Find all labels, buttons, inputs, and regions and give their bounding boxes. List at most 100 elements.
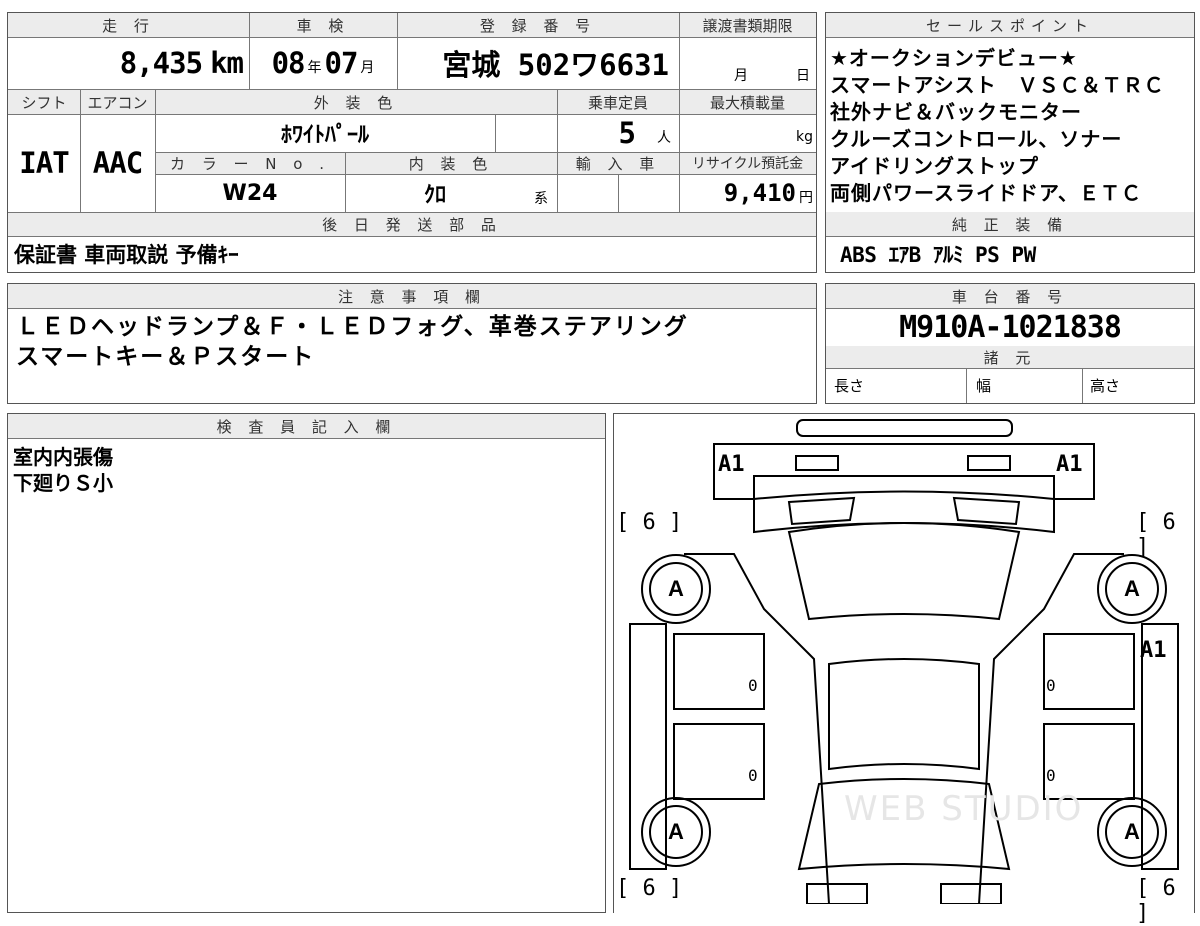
door-right-front-shape <box>1043 633 1135 710</box>
interior-color-value: ｸﾛ <box>423 183 446 208</box>
shaken-value: 08 年 07 月 <box>249 37 397 89</box>
month-unit: 月 <box>360 60 375 76</box>
inspector-note: 室内内張傷 <box>13 445 113 469</box>
header-aircon: エアコン <box>80 90 155 114</box>
light-right-shape <box>967 455 1011 471</box>
header-notes: 注 意 事 項 欄 <box>8 284 816 308</box>
aircon-value: AAC <box>92 146 143 180</box>
spec-width: 幅 <box>976 376 992 395</box>
car-outline <box>629 419 1179 904</box>
year-unit: 年 <box>307 60 322 76</box>
exterior-color-value: ﾎﾜｲﾄﾊﾟｰﾙ <box>280 123 369 148</box>
deadline-value: 月 日 <box>679 37 816 89</box>
right-side-mark: A1 <box>1140 638 1167 663</box>
sales-point: 社外ナビ＆バックモニター <box>830 100 1082 124</box>
sales-point: スマートアシスト ＶＳＣ＆ＴＲＣ <box>830 73 1165 97</box>
recycle-unit: 円 <box>799 190 813 206</box>
shaken-month: 07 <box>324 46 359 80</box>
header-max-load: 最大積載量 <box>679 90 816 114</box>
rear-bumper-right-shape <box>940 883 1002 904</box>
header-exterior-color: 外 装 色 <box>155 90 557 114</box>
note-line: スマートキー＆Ｐスタート <box>16 344 316 370</box>
grille-left-shape <box>787 496 856 526</box>
front-right-mark: A1 <box>1056 452 1083 477</box>
vehicle-info-table: 走 行 車 検 登 録 番 号 譲渡書類期限 8,435 km 08 年 07 … <box>7 12 817 273</box>
header-transfer-deadline: 譲渡書類期限 <box>679 13 816 37</box>
genuine-equipment-value: ABS ｴｱB ｱﾙﾐ PS PW <box>840 242 1036 267</box>
door-left-rear-shape <box>673 723 765 800</box>
header-recycle: リサイクル預託金 <box>679 152 816 174</box>
deadline-day: 日 <box>796 68 810 84</box>
capacity-value: 5 人 <box>557 114 679 152</box>
color-no-value: W24 <box>222 180 278 206</box>
front-left-mark: A1 <box>718 452 745 477</box>
wheel-front-left-mark: A <box>668 576 684 601</box>
recycle-number: 9,410 <box>723 179 796 207</box>
note-line: ＬＥＤヘッドランプ＆Ｆ・ＬＥＤフォグ、革巻ステアリング <box>16 314 689 340</box>
mileage-value: 8,435 km <box>8 37 249 89</box>
inspector-panel: 検 査 員 記 入 欄 室内内張傷 下廻りＳ小 <box>7 413 606 913</box>
chassis-panel: 車 台 番 号 M910A-1021838 諸 元 長さ 幅 高さ <box>825 283 1195 404</box>
capacity-number: 5 <box>618 116 636 150</box>
header-inspector: 検 査 員 記 入 欄 <box>8 414 605 438</box>
sales-point: 両側パワースライドドア、ＥＴＣ <box>830 181 1142 205</box>
header-color-no: カ ラ ー N o . <box>155 152 345 174</box>
inspector-notes: 室内内張傷 下廻りＳ小 <box>13 444 598 564</box>
roof-shape <box>828 658 980 771</box>
header-shift: シフト <box>8 90 80 114</box>
exterior-color-extra <box>495 114 557 152</box>
sales-points-panel: セールスポイント ★オークションデビュー★ スマートアシスト ＶＳＣ＆ＴＲＣ 社… <box>825 12 1195 273</box>
bracket-top-left: [ 6 ] <box>616 510 683 535</box>
door-rear-left-mark: 0 <box>748 766 758 785</box>
watermark: WEB STUDIO <box>844 789 1084 829</box>
rear-bumper-shape <box>806 883 868 904</box>
light-left-shape <box>795 455 839 471</box>
car-damage-diagram: A1 A1 [ 6 ] [ 6 ] [ 6 ] [ 6 ] A A A A A1… <box>613 413 1195 926</box>
wheel-rear-right-mark: A <box>1124 819 1140 844</box>
wheel-rear-left-mark: A <box>668 819 684 844</box>
sales-point: アイドリングストップ <box>830 154 1039 178</box>
registration-number: 宮城 502ワ6631 <box>442 48 669 82</box>
spec-height: 高さ <box>1090 376 1121 395</box>
deadline-month: 月 <box>734 68 748 84</box>
registration-value: 宮城 502ワ6631 <box>397 37 679 89</box>
shaken-year: 08 <box>271 46 306 80</box>
spec-length: 長さ <box>834 376 865 395</box>
windshield-shape <box>787 522 1021 621</box>
header-mileage: 走 行 <box>8 13 249 37</box>
recycle-value: 9,410 円 <box>679 174 816 212</box>
mileage-number: 8,435 <box>119 46 203 80</box>
bracket-top-right: [ 6 ] <box>1136 510 1176 560</box>
door-right-rear-shape <box>1043 723 1135 800</box>
sales-points-list: ★オークションデビュー★ スマートアシスト ＶＳＣ＆ＴＲＣ 社外ナビ＆バックモニ… <box>830 45 1192 215</box>
mileage-unit: km <box>210 46 244 80</box>
header-genuine-equipment: 純 正 装 備 <box>826 212 1194 236</box>
grille-right-shape <box>952 496 1021 526</box>
door-rear-right-mark: 0 <box>1046 766 1056 785</box>
sales-point: クルーズコントロール、ソナー <box>830 127 1123 151</box>
wheel-front-right-mark: A <box>1124 576 1140 601</box>
bracket-bottom-left: [ 6 ] <box>616 876 683 901</box>
door-front-left-mark: 0 <box>748 676 758 695</box>
later-parts-value: 保証書 車両取説 予備ｷｰ <box>14 242 239 267</box>
header-capacity: 乗車定員 <box>557 90 679 114</box>
header-import: 輸 入 車 <box>557 152 679 174</box>
header-shaken: 車 検 <box>249 13 397 37</box>
chassis-number-value: M910A-1021838 <box>899 309 1122 345</box>
header-later-parts: 後 日 発 送 部 品 <box>8 212 816 236</box>
max-load-unit: kg <box>796 129 813 145</box>
capacity-unit: 人 <box>657 130 671 146</box>
hood-shape <box>753 490 1055 534</box>
door-front-right-mark: 0 <box>1046 676 1056 695</box>
max-load-value: kg <box>679 114 816 152</box>
header-specs: 諸 元 <box>826 346 1194 368</box>
shift-value: IAT <box>19 146 69 180</box>
notes-list: ＬＥＤヘッドランプ＆Ｆ・ＬＥＤフォグ、革巻ステアリング スマートキー＆Ｐスタート <box>16 312 811 400</box>
inspector-note: 下廻りＳ小 <box>13 471 113 495</box>
door-left-front-shape <box>673 633 765 710</box>
header-registration: 登 録 番 号 <box>397 13 679 37</box>
sales-point: ★オークションデビュー★ <box>830 46 1078 70</box>
header-chassis-number: 車 台 番 号 <box>826 284 1194 308</box>
header-sales-points: セールスポイント <box>826 13 1194 37</box>
header-interior-color: 内 装 色 <box>345 152 557 174</box>
